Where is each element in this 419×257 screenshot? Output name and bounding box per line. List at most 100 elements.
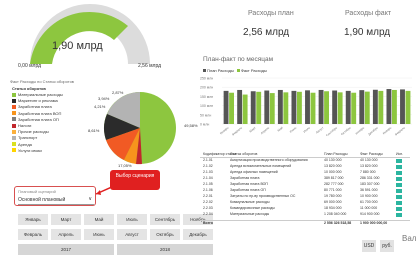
table-row[interactable]: 2.1.04 Заработная плата 389 817 000 286 331… bbox=[200, 176, 410, 182]
plan-bar bbox=[237, 89, 243, 124]
column-header[interactable]: Факт Расходы bbox=[360, 152, 383, 158]
legend-swatch bbox=[12, 104, 16, 109]
table-row[interactable]: 2.2.02 Коммунальные расходы 69 000 000 61 7… bbox=[200, 200, 410, 206]
month-tile[interactable]: Июль bbox=[117, 214, 147, 225]
pie-legend-item: Транспорт bbox=[12, 135, 37, 140]
plan-bar bbox=[400, 89, 405, 124]
pie-legend-item: Услуги связи bbox=[12, 148, 42, 153]
data-table: Кодификатор статьи Статья оборотов План Ра… bbox=[200, 152, 419, 232]
table-cell: 19 780 000 bbox=[324, 194, 342, 198]
legend-label: Маркетинг и реклама bbox=[18, 98, 58, 104]
y-tick-label: 200 млн bbox=[200, 86, 213, 90]
fact-bar bbox=[283, 92, 289, 124]
table-cell: 183 307 000 bbox=[360, 182, 380, 186]
table-cell: 1 208 040 000 bbox=[324, 212, 347, 216]
plan-kpi-title: Расходы план bbox=[248, 10, 294, 17]
legend-swatch bbox=[12, 142, 16, 147]
year-tile-2018[interactable]: 2018 bbox=[117, 244, 213, 255]
fact-bar bbox=[351, 92, 357, 124]
table-row[interactable]: 2.1.02 Аренда вспомогательных помещений 13… bbox=[200, 164, 410, 170]
fact-bar bbox=[405, 90, 411, 124]
x-tick-label: Декабрь bbox=[367, 125, 379, 136]
table-row[interactable]: 2.2.04 Материальные расходы 1 208 040 000 9… bbox=[200, 212, 410, 218]
gauge-card: 1,90 млрд 0,00 млрд 2,56 млрд bbox=[10, 2, 170, 72]
execution-bar bbox=[396, 195, 402, 199]
column-header[interactable]: Статья оборотов bbox=[230, 152, 257, 158]
table-cell: 10 000 000 bbox=[324, 170, 342, 174]
usd-button[interactable]: USD bbox=[362, 240, 376, 252]
plan-kpi-value: 2,56 млрд bbox=[243, 27, 290, 38]
month-tile[interactable]: Август bbox=[117, 229, 147, 240]
rub-button[interactable]: руб. bbox=[380, 240, 394, 252]
fact-bar bbox=[337, 92, 343, 124]
legend-swatch bbox=[12, 129, 16, 134]
legend-label: Заработная плата ВОП bbox=[18, 110, 62, 116]
table-cell: Командировочные расходы bbox=[230, 206, 275, 210]
pie-chart bbox=[104, 92, 176, 165]
month-tile[interactable]: Март bbox=[51, 214, 81, 225]
pie-legend-item: Заработная плата ОП bbox=[12, 117, 59, 122]
plan-bar bbox=[386, 89, 392, 124]
legend-swatch bbox=[12, 135, 16, 140]
table-cell: 286 331 000 bbox=[360, 176, 380, 180]
execution-bar bbox=[396, 177, 402, 181]
scenario-slicer: Плановый сценарий Основной плановый ∨ bbox=[14, 186, 96, 206]
table-cell: 61 700 000 bbox=[360, 200, 378, 204]
pie-slice-label-2: 17,05% bbox=[118, 163, 132, 168]
pie-slice-label-5: 3,94% bbox=[98, 96, 110, 101]
gauge-min: 0,00 млрд bbox=[18, 63, 42, 69]
table-cell: Амортизация производственного оборудован… bbox=[230, 158, 308, 162]
fact-bar bbox=[364, 91, 370, 124]
execution-bar bbox=[396, 159, 402, 163]
fact-bar bbox=[310, 92, 316, 124]
month-tile[interactable]: Май bbox=[84, 214, 114, 225]
table-row[interactable]: 2.1.05 Заработная плата ВОП 282 777 000 183… bbox=[200, 182, 410, 188]
plan-bar bbox=[250, 91, 256, 124]
month-tile[interactable]: Февраль bbox=[18, 229, 48, 240]
table-cell: 914 900 000 bbox=[360, 212, 380, 216]
table-header-row: Кодификатор статьи Статья оборотов План Ра… bbox=[200, 152, 410, 158]
table-row[interactable]: 2.1.03 Аренда офисных помещений 10 000 000… bbox=[200, 170, 410, 176]
month-tile[interactable]: Апрель bbox=[51, 229, 81, 240]
table-row[interactable]: 2.1.06 Заработная плата ОП 80 771 000 36 59… bbox=[200, 188, 410, 194]
table-cell: 2.1.02 bbox=[203, 164, 213, 168]
pie-legend-item: Налоги bbox=[12, 123, 31, 128]
month-tile[interactable]: Сентябрь bbox=[150, 214, 180, 225]
x-tick-label: Февраль bbox=[394, 125, 406, 136]
plan-bar bbox=[318, 89, 324, 124]
legend-swatch bbox=[12, 92, 16, 97]
legend-label: Заработная плата bbox=[18, 104, 52, 110]
scenario-dropdown[interactable]: Основной плановый ∨ bbox=[18, 196, 94, 205]
table-row[interactable]: 2.2.03 Командировочные расходы 18 934 000 1… bbox=[200, 206, 410, 212]
plan-bar bbox=[372, 89, 378, 124]
month-tile[interactable]: Октябрь bbox=[150, 229, 180, 240]
month-tile[interactable]: Январь bbox=[18, 214, 48, 225]
fact-bar bbox=[324, 91, 329, 124]
month-tile[interactable]: Июнь bbox=[84, 229, 114, 240]
x-tick-label: Июнь bbox=[289, 125, 298, 133]
pie-slice-label-6: 2,87% bbox=[112, 90, 124, 95]
x-tick-label: Май bbox=[277, 126, 284, 133]
pie-legend-item: Прочие расходы bbox=[12, 129, 49, 134]
bar-chart-title: План-факт по месяцам bbox=[203, 56, 274, 63]
table-cell: Аренда офисных помещений bbox=[230, 170, 278, 174]
table-row[interactable]: 2.1.01 Амортизация производственного обор… bbox=[200, 158, 410, 164]
x-tick-label: Октябрь bbox=[340, 125, 352, 136]
legend-label: Аренда bbox=[18, 141, 32, 147]
currency-side-label: Вал bbox=[402, 234, 417, 243]
plan-bar bbox=[345, 90, 351, 124]
gauge-chart bbox=[30, 4, 150, 65]
year-tile-2017[interactable]: 2017 bbox=[18, 244, 114, 255]
plan-bar bbox=[305, 90, 310, 124]
gauge-max: 2,56 млрд bbox=[138, 63, 162, 69]
x-tick-label: Сентябрь bbox=[325, 125, 338, 136]
column-header[interactable]: План Расходы bbox=[324, 152, 347, 158]
fact-kpi-value: 1,90 млрд bbox=[344, 27, 391, 38]
table-row[interactable]: 2.2.01 Затраты по пр-ву производственных … bbox=[200, 194, 410, 200]
x-tick-label: Февраль bbox=[231, 125, 243, 136]
execution-bar bbox=[396, 201, 402, 205]
table-cell: Коммунальные расходы bbox=[230, 200, 270, 204]
pie-slice-label-3: 8,61% bbox=[88, 128, 100, 133]
plan-bar bbox=[277, 89, 283, 124]
column-header[interactable]: Исп. bbox=[396, 152, 403, 158]
